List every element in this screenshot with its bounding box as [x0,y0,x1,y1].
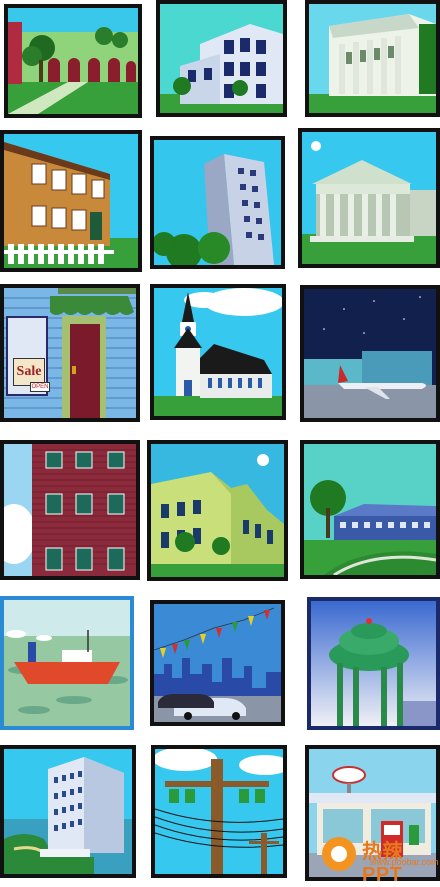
water-tower-illustration [311,601,436,726]
campus-illustration [304,444,436,575]
store-front-illustration [4,288,136,418]
ship-illustration [4,600,130,726]
watermark-url: www.poobar.com [370,857,439,867]
watermark-logo-icon [322,837,356,871]
tile-church [150,284,286,420]
school-illustration [151,444,284,577]
apartments-illustration [4,444,136,576]
tile-office [156,0,287,117]
church-illustration [154,288,282,416]
office-illustration [160,4,283,113]
city-cars-illustration [154,604,281,722]
tile-power-pole [151,745,287,878]
open-sign: OPEN [30,382,50,392]
bank-illustration [309,4,436,113]
tile-tower [150,136,285,269]
tile-courthouse [298,128,440,268]
tile-villa [4,4,142,118]
tile-campus [300,440,440,579]
resort-illustration [4,749,132,874]
tile-school [147,440,288,581]
courthouse-illustration [302,132,436,264]
tile-ship [0,596,134,730]
tile-store-front: Sale OPEN [0,284,140,422]
tile-apartments [0,440,140,580]
villa-illustration [8,8,138,114]
tile-city-cars [150,600,285,726]
tile-resort [0,745,136,878]
power-pole-illustration [155,749,283,874]
watermark: 热辣PPT www.poobar.com [318,835,439,886]
townhouse-illustration [4,134,138,268]
tile-airport [300,285,440,422]
tile-water-tower [307,597,440,730]
tile-bank [305,0,440,117]
airport-illustration [304,289,436,418]
tile-townhouse [0,130,142,272]
tower-illustration [154,140,281,265]
